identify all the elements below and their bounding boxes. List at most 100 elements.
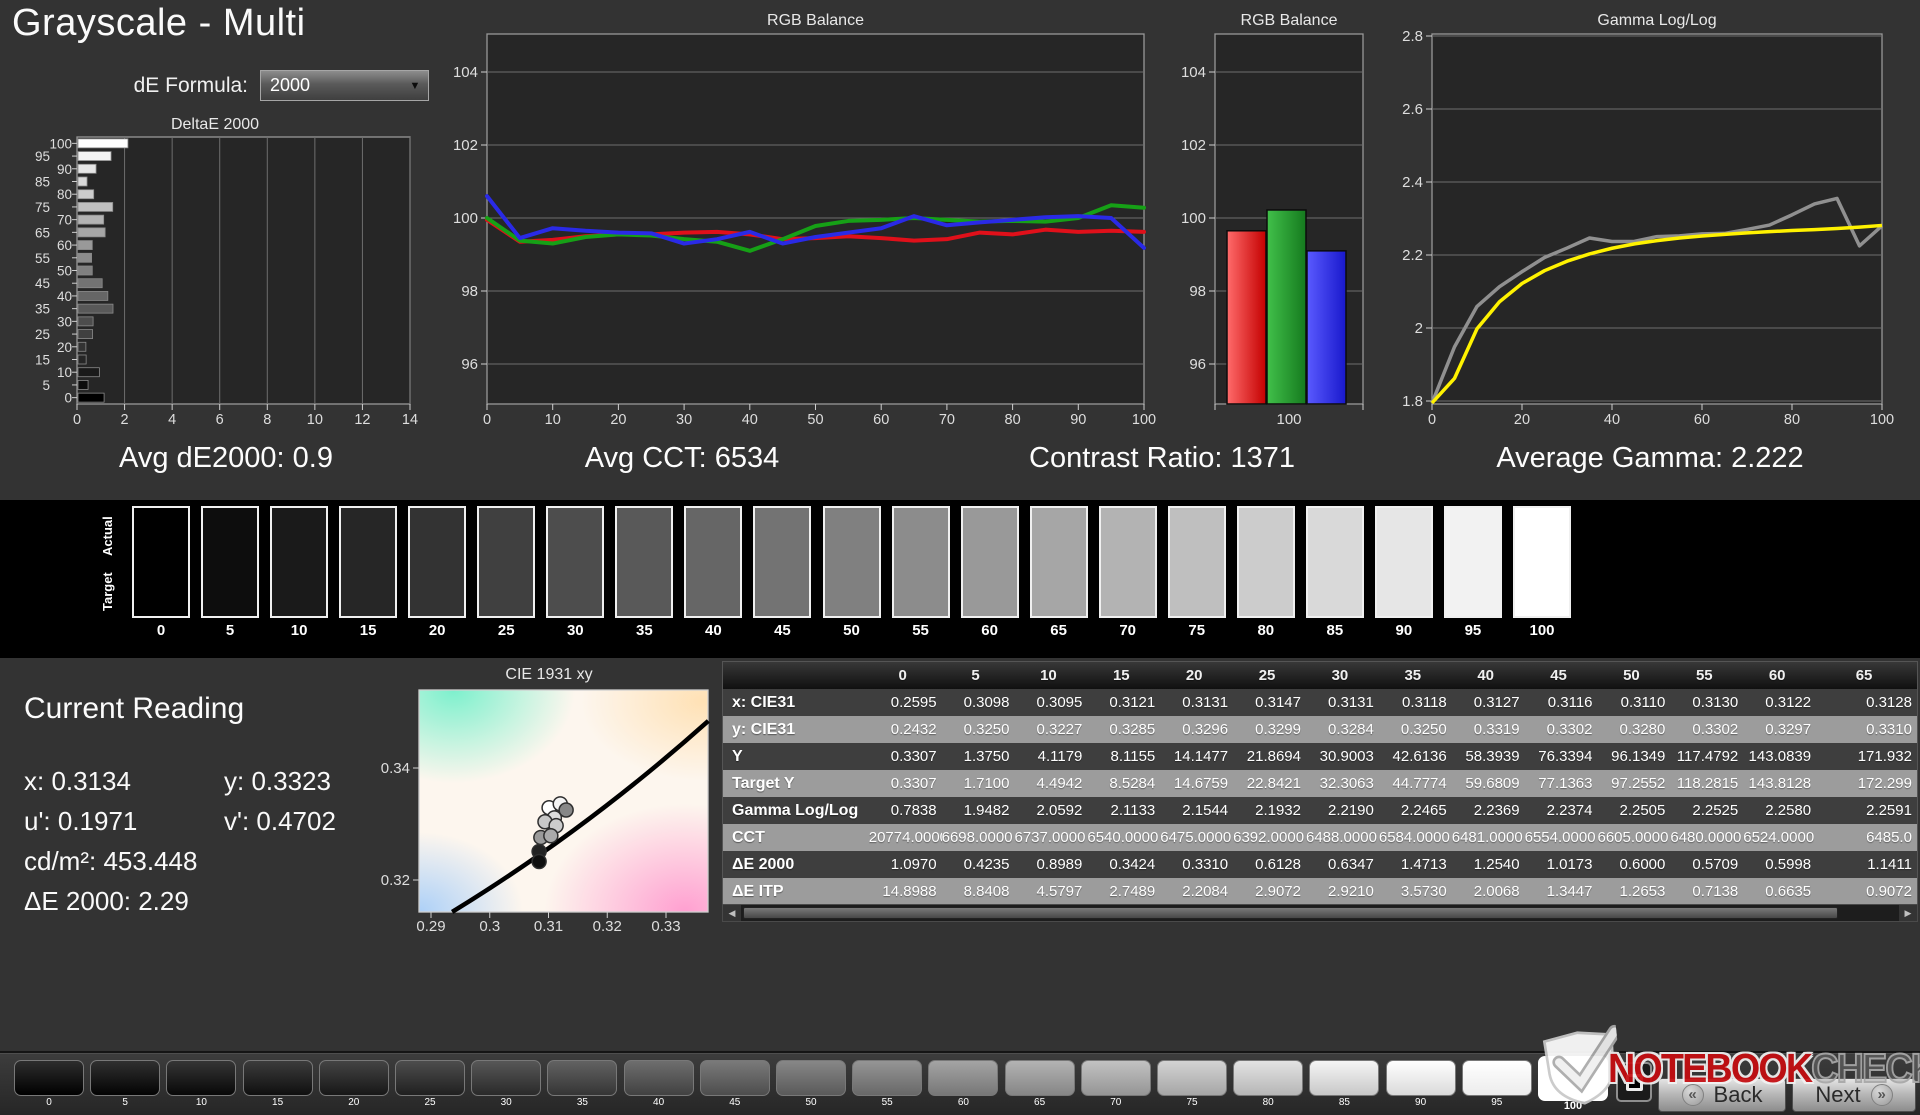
table-cell: 1.1411 — [1867, 856, 1912, 873]
table-cell: 14.6759 — [1173, 775, 1229, 792]
svg-text:102: 102 — [1181, 137, 1206, 154]
pattern-level-button-65[interactable] — [1004, 1060, 1075, 1096]
svg-text:102: 102 — [453, 137, 478, 154]
pattern-level-label: 30 — [500, 1097, 512, 1108]
pattern-level-button-60[interactable] — [928, 1060, 999, 1096]
table-row[interactable]: CCT 20774.0000 6698.0000 6737.0000 6540.0000… — [723, 824, 1917, 851]
table-cell: 8.1155 — [1110, 748, 1156, 765]
pattern-level-button-50[interactable] — [776, 1060, 846, 1096]
chevron-down-icon: ▼ — [409, 79, 421, 92]
table-cell: 6554.0000 — [1524, 829, 1596, 846]
svg-text:0.34: 0.34 — [381, 760, 410, 777]
pattern-level-button-30[interactable] — [471, 1060, 542, 1096]
pattern-level-button-5[interactable] — [90, 1060, 161, 1096]
scrollbar-left-arrow-icon[interactable]: ◀ — [723, 905, 741, 921]
table-cell: 0.3297 — [1765, 721, 1812, 738]
deltae-bar-0 — [77, 392, 105, 403]
table-cell: 6698.0000 — [941, 829, 1013, 846]
scrollbar-right-arrow-icon[interactable]: ▶ — [1899, 905, 1917, 921]
table-cell: 0.6128 — [1255, 856, 1301, 873]
pattern-level-button-25[interactable] — [395, 1060, 465, 1096]
back-button[interactable]: « Back — [1658, 1078, 1786, 1112]
pattern-level-button-85[interactable] — [1309, 1060, 1380, 1096]
svg-text:8: 8 — [263, 412, 271, 428]
svg-text:10: 10 — [545, 412, 561, 428]
deltae-bar-15 — [77, 354, 87, 365]
table-cell: 2.1133 — [1110, 802, 1156, 819]
pattern-level-label: 10 — [195, 1097, 207, 1108]
actual-axis-label: Actual — [100, 516, 115, 556]
table-cell: 171.932 — [1857, 748, 1912, 765]
pattern-level-button-95[interactable] — [1461, 1060, 1532, 1096]
rgb-balance-line-green — [485, 203, 1146, 253]
pattern-window-button[interactable] — [1616, 1062, 1652, 1102]
table-row[interactable]: ΔE ITP 14.8988 8.8408 4.5797 2.7489 2.2084 2.9… — [723, 878, 1917, 905]
svg-text:90: 90 — [1070, 412, 1086, 428]
pattern-level-button-20[interactable] — [318, 1060, 389, 1096]
deltae-bar-45 — [77, 278, 103, 289]
table-cell: 6584.0000 — [1378, 829, 1450, 846]
scrollbar-thumb[interactable] — [743, 907, 1838, 919]
table-row[interactable]: Target Y 0.3307 1.7100 4.4942 8.5284 14.6759 2… — [723, 770, 1917, 797]
svg-text:10: 10 — [307, 412, 323, 428]
deltae-bar-30 — [77, 316, 94, 327]
grayscale-swatch-85 — [1305, 506, 1364, 618]
grayscale-swatch-75 — [1167, 506, 1226, 618]
deltae-bar-95 — [77, 151, 112, 161]
table-cell: 1.3750 — [963, 748, 1010, 765]
de-formula-dropdown[interactable]: 2000 ▼ — [260, 70, 429, 101]
table-cell: 14.8988 — [882, 883, 937, 900]
pattern-level-label: 60 — [957, 1097, 969, 1108]
svg-text:1.8: 1.8 — [1402, 393, 1423, 410]
table-horizontal-scrollbar[interactable]: ◀ ▶ — [722, 904, 1918, 922]
reading-v-prime: v': 0.4702 — [224, 806, 336, 836]
table-cell: 1.0970 — [890, 856, 937, 873]
swatch-label: 15 — [359, 622, 377, 639]
pattern-level-button-0[interactable] — [14, 1060, 84, 1096]
svg-text:6: 6 — [216, 412, 224, 428]
svg-text:98: 98 — [461, 283, 478, 300]
pattern-level-button-100[interactable] — [1538, 1056, 1608, 1101]
table-cell: 0.3118 — [1401, 694, 1447, 711]
table-cell: 6524.0000 — [1743, 829, 1815, 846]
pattern-level-button-90[interactable] — [1385, 1060, 1456, 1096]
svg-text:100: 100 — [49, 136, 72, 151]
pattern-level-button-40[interactable] — [623, 1060, 694, 1096]
svg-text:20: 20 — [57, 340, 72, 355]
pattern-level-button-70[interactable] — [1080, 1060, 1151, 1096]
table-cell: 2.1544 — [1182, 802, 1229, 819]
deltae-bar-90 — [77, 163, 97, 174]
pattern-level-button-15[interactable] — [242, 1060, 313, 1096]
svg-text:95: 95 — [35, 149, 50, 164]
swatch-label: 80 — [1257, 622, 1275, 639]
pattern-level-button-75[interactable] — [1157, 1060, 1227, 1096]
table-row[interactable]: x: CIE31 0.2595 0.3098 0.3095 0.3121 0.3131 0.… — [723, 689, 1917, 716]
table-row-label: Gamma Log/Log — [732, 802, 859, 819]
table-row[interactable]: Y 0.3307 1.3750 4.1179 8.1155 14.1477 21.8694 3… — [723, 743, 1917, 770]
table-row[interactable]: y: CIE31 0.2432 0.3250 0.3227 0.3285 0.3296 0.… — [723, 716, 1917, 743]
swatch-label: 20 — [428, 622, 446, 639]
table-cell: 4.1179 — [1037, 748, 1083, 765]
pattern-level-button-45[interactable] — [699, 1060, 770, 1096]
next-button[interactable]: Next » — [1792, 1078, 1916, 1112]
pattern-level-button-10[interactable] — [166, 1060, 237, 1096]
svg-text:55: 55 — [35, 251, 50, 266]
page-title: Grayscale - Multi — [12, 2, 306, 44]
pattern-level-button-35[interactable] — [547, 1060, 618, 1096]
table-row[interactable]: ΔE 2000 1.0970 0.4235 0.8989 0.3424 0.3310 0.6… — [723, 851, 1917, 878]
table-cell: 1.9482 — [963, 802, 1010, 819]
table-column-header-50: 50 — [1623, 667, 1640, 684]
de-formula-value: 2000 — [270, 75, 311, 95]
table-cell: 14.1477 — [1173, 748, 1229, 765]
table-cell: 0.3130 — [1692, 694, 1739, 711]
table-cell: 0.4235 — [963, 856, 1010, 873]
svg-text:30: 30 — [57, 314, 72, 329]
table-column-header-10: 10 — [1040, 667, 1057, 684]
svg-text:80: 80 — [1005, 412, 1021, 428]
pattern-level-button-55[interactable] — [852, 1060, 923, 1096]
table-row[interactable]: Gamma Log/Log 0.7838 1.9482 2.0592 2.1133 2.1… — [723, 797, 1917, 824]
table-row-label: Target Y — [732, 775, 795, 792]
table-cell: 21.8694 — [1246, 748, 1301, 765]
svg-text:15: 15 — [35, 353, 50, 368]
pattern-level-button-80[interactable] — [1233, 1060, 1304, 1096]
